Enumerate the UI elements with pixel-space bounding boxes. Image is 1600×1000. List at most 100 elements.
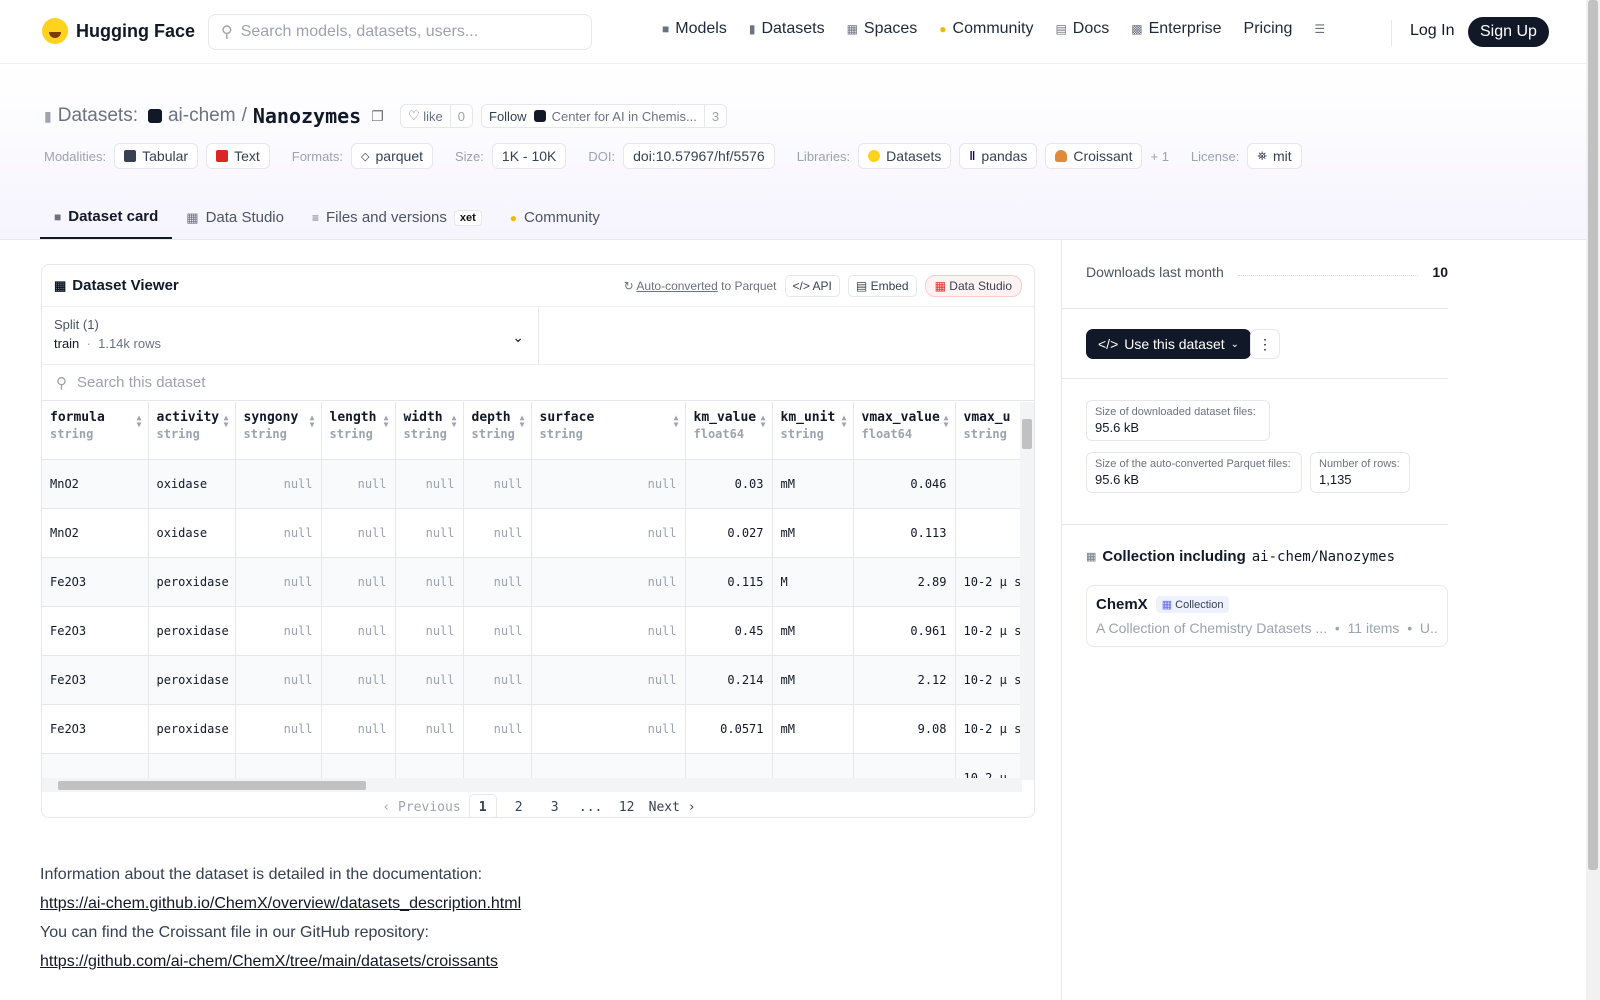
embed-button[interactable]: ▤ Embed (847, 274, 917, 297)
doi-tag[interactable]: doi:10.57967/hf/5576 (623, 143, 775, 169)
column-header[interactable]: activity string ▲ ▼ (148, 402, 236, 460)
column-header[interactable]: surface string ▲ ▼ (531, 402, 686, 460)
column-header[interactable]: syngony string ▲ ▼ (235, 402, 322, 460)
column-header[interactable]: km_value float64 ▲ ▼ (685, 402, 773, 460)
nav-community[interactable]: ● Community (939, 20, 1033, 38)
column-header[interactable]: depth string ▲ ▼ (463, 402, 532, 460)
auto-converted-link[interactable]: Auto-converted (636, 279, 717, 293)
scrollbar-thumb[interactable] (1022, 419, 1032, 449)
xet-badge: xet (453, 209, 482, 226)
previous-page-button[interactable]: ‹ Previous (382, 794, 460, 817)
dataset-card-content: Information about the dataset is detaile… (40, 860, 521, 976)
column-header[interactable]: km_unit string ▲ ▼ (772, 402, 854, 460)
column-header[interactable]: vmax_ustring▲▼ (955, 402, 1022, 460)
signup-button[interactable]: Sign Up (1468, 17, 1549, 47)
table-cell: 0.115 (685, 557, 773, 607)
follow-button[interactable]: Follow Center for AI in Chemis... 3 (481, 104, 728, 128)
license-tag[interactable]: ⛯ mit (1247, 143, 1302, 169)
table-row[interactable]: Fe2O3 peroxidase null null null null null 0.45 m… (42, 606, 1022, 656)
table-cell: 0.027 (685, 508, 773, 558)
sort-icon[interactable]: ▲ ▼ (137, 414, 142, 429)
api-button[interactable]: </> API (784, 274, 840, 297)
column-header[interactable]: formula string ▲ ▼ (42, 402, 149, 460)
bank-icon: ⛯ (1257, 148, 1267, 163)
page-button[interactable]: 3 (541, 794, 569, 817)
sort-icon[interactable]: ▲ ▼ (944, 414, 949, 429)
tab-label: Community (524, 209, 600, 226)
page-button[interactable]: 12 (613, 794, 641, 817)
table-row[interactable]: Fe2O3 peroxidase null null null null null 0.115… (42, 557, 1022, 607)
stat-label: Number of rows: (1319, 458, 1400, 470)
table-cell: mM (772, 704, 854, 754)
nav-datasets[interactable]: ▮ Datasets (749, 20, 825, 38)
next-page-button[interactable]: Next › (648, 794, 696, 817)
nav-spaces[interactable]: ▦ Spaces (847, 20, 918, 38)
libraries-more[interactable]: + 1 (1150, 149, 1168, 164)
modality-tabular[interactable]: Tabular (114, 143, 199, 169)
copy-icon[interactable]: ❐ (371, 108, 384, 125)
sort-icon[interactable]: ▲ ▼ (452, 414, 457, 429)
tab-files-and-versions[interactable]: ≡ Files and versions xet (298, 196, 496, 239)
use-this-dataset-button[interactable]: </> Use this dataset ⌄ (1086, 329, 1252, 359)
repo-org-link[interactable]: ai-chem (168, 105, 236, 127)
library-pandas[interactable]: ‖ pandas (959, 143, 1038, 169)
data-studio-button[interactable]: ▦ Data Studio (924, 274, 1022, 297)
tag-label: Tabular (142, 148, 189, 164)
split-dropdown[interactable]: Split (1) train · 1.14k rows ⌄ (42, 307, 539, 365)
parquet-icon: ◇ (361, 150, 370, 163)
format-parquet[interactable]: ◇ parquet (351, 143, 433, 169)
column-name: syngony (243, 410, 299, 425)
table-row[interactable]: Fe2O3 peroxidase null null null null null 0.057… (42, 704, 1022, 754)
scrollbar-thumb[interactable] (1588, 0, 1598, 870)
scrollbar-thumb[interactable] (58, 781, 366, 790)
sort-icon[interactable]: ▲ ▼ (674, 414, 679, 429)
collection-card[interactable]: ChemX ▦ Collection A Collection of Chemis… (1086, 585, 1448, 647)
table-row[interactable]: MnO2 oxidase null null null null null 0.027 mM 0.… (42, 508, 1022, 558)
repo-name-link[interactable]: Nanozymes (253, 104, 361, 128)
column-header[interactable]: length string ▲ ▼ (321, 402, 396, 460)
column-header[interactable]: width string ▲ ▼ (395, 402, 464, 460)
size-tag[interactable]: 1K - 10K (491, 143, 567, 169)
library-croissant[interactable]: Croissant (1045, 143, 1143, 169)
more-options-button[interactable]: ⋮ (1250, 329, 1280, 359)
brand-logo[interactable]: Hugging Face (42, 18, 195, 44)
page-button[interactable]: 2 (505, 794, 533, 817)
documentation-link[interactable]: https://ai-chem.github.io/ChemX/overview… (40, 895, 521, 912)
tab-dataset-card[interactable]: ■ Dataset card (40, 196, 173, 239)
library-datasets[interactable]: Datasets (858, 143, 952, 169)
like-button[interactable]: ♡ like 0 (400, 104, 474, 128)
table-icon: ▦ (54, 277, 67, 293)
nav-enterprise[interactable]: ▩ Enterprise (1131, 20, 1221, 38)
next-label: Next (648, 799, 680, 815)
table-row[interactable]: Fe2O3 peroxidase null null null null null 0.214… (42, 655, 1022, 705)
page-button[interactable]: 1 (468, 794, 497, 817)
sort-icon[interactable]: ▲ ▼ (761, 414, 766, 429)
table-cell: null (531, 606, 686, 656)
sort-icon[interactable]: ▲ ▼ (310, 414, 315, 429)
nav-models[interactable]: ■ Models (662, 20, 727, 38)
column-header[interactable]: vmax_value float64 ▲ ▼ (853, 402, 956, 460)
dataset-search-input[interactable]: ⚲ Search this dataset (42, 365, 1034, 401)
tab-data-studio[interactable]: ▦ Data Studio (172, 196, 298, 239)
database-icon: ▮ (44, 107, 52, 124)
global-search-input[interactable]: ⚲ Search models, datasets, users... (208, 14, 592, 50)
tab-community[interactable]: ● Community (496, 196, 614, 239)
nav-pricing[interactable]: Pricing (1244, 20, 1293, 38)
table-row[interactable]: MnO2 oxidase null null null null null 0.03 mM 0.0… (42, 459, 1022, 509)
menu-icon[interactable]: ☰ (1314, 22, 1325, 36)
vertical-scrollbar[interactable] (1020, 402, 1034, 780)
sort-icon[interactable]: ▲ ▼ (224, 414, 229, 429)
sort-icon[interactable]: ▲ ▼ (384, 414, 389, 429)
horizontal-scrollbar[interactable] (42, 778, 1022, 792)
modality-text[interactable]: Text (206, 143, 270, 169)
sort-icon[interactable]: ▲ ▼ (842, 414, 847, 429)
login-link[interactable]: Log In (1410, 22, 1454, 40)
table-cell: null (321, 557, 396, 607)
page-scrollbar[interactable] (1586, 0, 1600, 1000)
sort-icon[interactable]: ▲ ▼ (520, 414, 525, 429)
croissant-repo-link[interactable]: https://github.com/ai-chem/ChemX/tree/ma… (40, 953, 498, 970)
column-type: string (963, 427, 1007, 441)
column-type: string (329, 427, 373, 441)
table-row[interactable]: 10-2 μ (42, 753, 1022, 778)
nav-docs[interactable]: ▤ Docs (1055, 20, 1109, 38)
